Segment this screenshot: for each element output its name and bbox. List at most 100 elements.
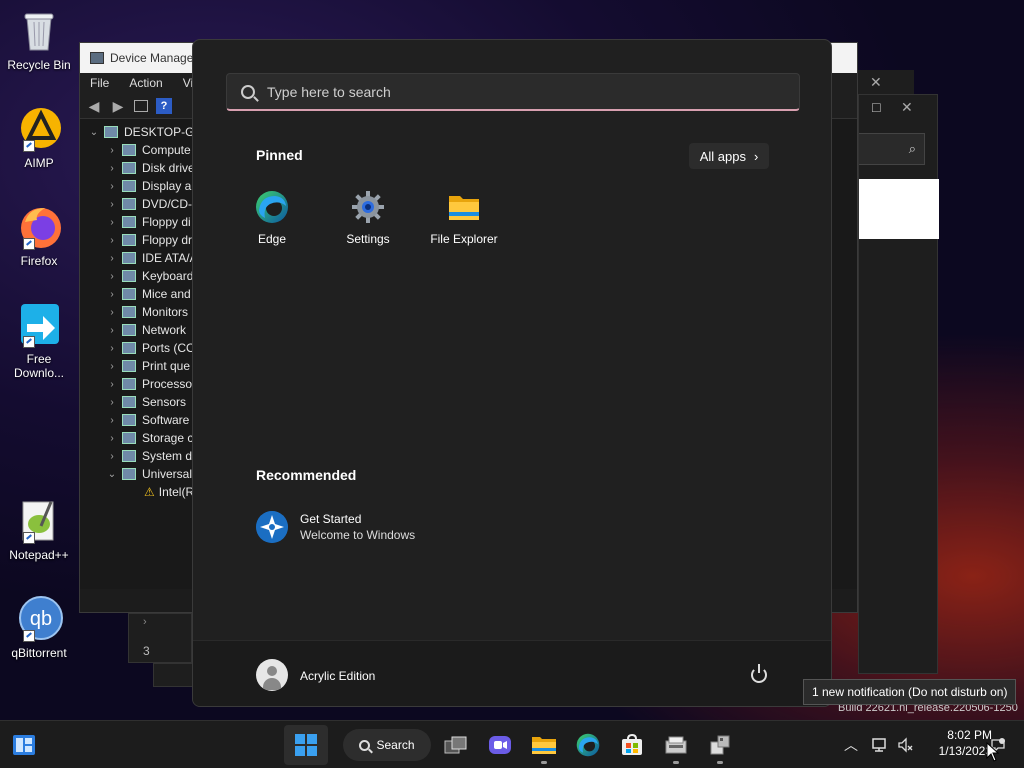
- user-avatar[interactable]: [256, 659, 288, 691]
- chevron-right-icon[interactable]: ›: [106, 433, 118, 444]
- chevron-right-icon[interactable]: ›: [106, 199, 118, 210]
- maximize-icon[interactable]: ☐: [871, 101, 882, 115]
- device-manager-app-icon: [90, 52, 104, 64]
- chevron-right-icon[interactable]: ›: [106, 163, 118, 174]
- background-window-fragment: [153, 663, 193, 687]
- pinned-app-file-explorer[interactable]: File Explorer: [416, 190, 512, 246]
- back-arrow-icon[interactable]: ◀: [86, 98, 102, 114]
- desktop-icon-qbittorrent[interactable]: qb qBittorrent: [2, 594, 76, 660]
- chevron-right-icon[interactable]: ›: [106, 253, 118, 264]
- chevron-right-icon[interactable]: ›: [106, 235, 118, 246]
- running-indicator: [673, 761, 679, 764]
- chevron-right-icon[interactable]: ›: [106, 379, 118, 390]
- background-window: ☐ ✕ ⌕: [858, 94, 939, 674]
- edge-button[interactable]: [568, 725, 608, 765]
- chevron-right-icon[interactable]: ›: [106, 343, 118, 354]
- desktop-icon-label: qBittorrent: [11, 646, 67, 660]
- desktop-icon-aimp[interactable]: AIMP: [2, 104, 76, 170]
- chevron-right-icon[interactable]: ›: [106, 289, 118, 300]
- desktop-icon-recycle-bin[interactable]: Recycle Bin: [2, 6, 76, 72]
- chevron-up-icon: ︿: [844, 737, 858, 753]
- tree-item-label: Display a: [142, 179, 192, 193]
- device-category-icon: [122, 414, 136, 426]
- recommended-section-title: Recommended: [256, 467, 357, 483]
- pinned-app-edge[interactable]: Edge: [224, 190, 320, 246]
- device-manager-icon: [665, 736, 687, 754]
- start-button[interactable]: [284, 725, 328, 765]
- close-icon[interactable]: ✕: [901, 99, 913, 116]
- chat-button[interactable]: [480, 725, 520, 765]
- chevron-right-icon[interactable]: ›: [106, 145, 118, 156]
- recycle-bin-icon: [15, 6, 63, 54]
- user-name[interactable]: Acrylic Edition: [300, 669, 375, 683]
- chevron-right-icon[interactable]: ›: [106, 325, 118, 336]
- task-view-icon: [444, 736, 467, 754]
- pinned-section-title: Pinned: [256, 147, 303, 163]
- all-apps-button[interactable]: All apps ›: [689, 143, 769, 169]
- device-category-icon: [122, 324, 136, 336]
- chevron-right-icon[interactable]: ›: [106, 397, 118, 408]
- menu-action[interactable]: Action: [119, 76, 172, 90]
- chevron-right-icon[interactable]: ›: [106, 271, 118, 282]
- notepad-plus-plus-icon: [15, 496, 63, 544]
- pinned-app-settings[interactable]: Settings: [320, 190, 416, 246]
- desktop-icons: Recycle Bin AIMP Firefox Free Downlo... …: [0, 0, 78, 720]
- chevron-right-icon[interactable]: ›: [106, 451, 118, 462]
- edge-icon: [576, 733, 600, 757]
- power-icon[interactable]: [751, 664, 767, 683]
- shortcut-arrow-icon: [23, 630, 35, 642]
- recommended-item-get-started[interactable]: Get Started Welcome to Windows: [256, 511, 415, 543]
- search-icon: [359, 739, 371, 751]
- start-search-input[interactable]: [267, 83, 767, 100]
- chevron-right-icon[interactable]: ›: [106, 415, 118, 426]
- recommended-item-title: Get Started: [300, 512, 362, 526]
- clock[interactable]: 8:02 PM 1/13/2023: [922, 727, 992, 759]
- network-icon[interactable]: [872, 721, 888, 768]
- store-button[interactable]: [612, 725, 652, 765]
- search-icon: [241, 84, 255, 99]
- file-explorer-button[interactable]: [524, 725, 564, 765]
- settings-gear-icon: [351, 190, 385, 224]
- device-category-icon: [122, 252, 136, 264]
- forward-arrow-icon[interactable]: ▶: [110, 98, 126, 114]
- installer-icon: [710, 735, 730, 755]
- recommended-item-subtitle: Welcome to Windows: [300, 528, 416, 542]
- background-search-box[interactable]: ⌕: [859, 133, 925, 165]
- properties-icon[interactable]: [134, 99, 148, 112]
- device-category-icon: [122, 468, 136, 480]
- chevron-right-icon[interactable]: ›: [106, 307, 118, 318]
- chevron-right-icon[interactable]: ›: [106, 217, 118, 228]
- tree-item-label: Print que: [142, 359, 191, 373]
- tree-item-label: Floppy dr: [142, 233, 193, 247]
- tree-item-label: IDE ATA/A: [142, 251, 198, 265]
- show-hidden-icons-button[interactable]: ︿: [844, 721, 858, 768]
- widgets-button[interactable]: [4, 725, 44, 765]
- store-icon: [622, 734, 642, 755]
- tree-item-label: Compute: [142, 143, 191, 157]
- desktop-icon-free-download-manager[interactable]: Free Downlo...: [2, 300, 76, 380]
- device-category-icon: [122, 306, 136, 318]
- search-icon: ⌕: [908, 141, 916, 156]
- desktop-icon-firefox[interactable]: Firefox: [2, 202, 76, 268]
- desktop-icon-label: AIMP: [24, 156, 54, 170]
- chevron-right-icon: ›: [143, 616, 147, 628]
- menu-file[interactable]: File: [80, 76, 119, 90]
- desktop-icon-notepad-plus-plus[interactable]: Notepad++: [2, 496, 76, 562]
- taskbar-search-button[interactable]: Search: [343, 729, 431, 761]
- tree-item-label: Disk drive: [142, 161, 195, 175]
- start-search-box[interactable]: [226, 73, 800, 111]
- close-icon[interactable]: ✕: [870, 74, 882, 91]
- help-icon[interactable]: ?: [156, 97, 172, 114]
- taskbar-search-label: Search: [376, 738, 415, 752]
- chevron-down-icon[interactable]: ⌄: [106, 469, 118, 480]
- volume-muted-icon[interactable]: [898, 721, 914, 768]
- task-view-button[interactable]: [436, 725, 476, 765]
- device-manager-taskbar-button[interactable]: [656, 725, 696, 765]
- device-category-icon: [122, 378, 136, 390]
- pinned-app-label: Settings: [346, 232, 390, 246]
- chevron-right-icon[interactable]: ›: [106, 181, 118, 192]
- device-category-icon: [122, 162, 136, 174]
- chevron-right-icon[interactable]: ›: [106, 361, 118, 372]
- file-explorer-icon: [532, 737, 556, 754]
- installer-taskbar-button[interactable]: [700, 725, 740, 765]
